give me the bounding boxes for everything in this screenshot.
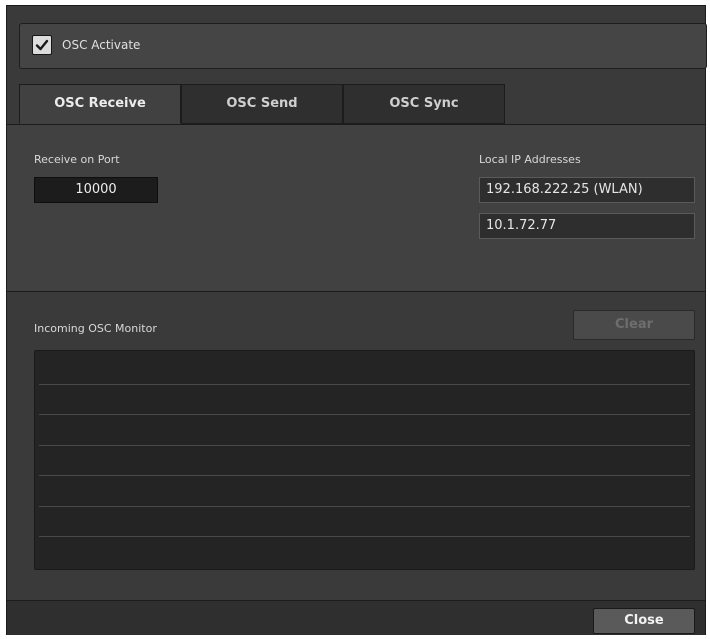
osc-activate-label: OSC Activate	[62, 38, 141, 52]
monitor-row-divider	[39, 384, 690, 385]
tab-osc-send[interactable]: OSC Send	[181, 84, 343, 124]
monitor-row-divider	[39, 445, 690, 446]
tab-osc-sync[interactable]: OSC Sync	[343, 84, 505, 124]
osc-activate-checkbox[interactable]	[32, 35, 52, 55]
receive-panel: Receive on Port 10000 Local IP Addresses…	[7, 124, 705, 292]
osc-tabs: OSC Receive OSC Send OSC Sync	[19, 84, 505, 124]
monitor-label: Incoming OSC Monitor	[34, 322, 157, 335]
close-button[interactable]: Close	[593, 608, 695, 634]
clear-button[interactable]: Clear	[573, 310, 695, 340]
monitor-row-divider	[39, 414, 690, 415]
osc-monitor-log[interactable]	[34, 350, 695, 570]
osc-settings-window: OSC Activate OSC Receive OSC Send OSC Sy…	[6, 5, 707, 635]
checkmark-icon	[35, 39, 49, 51]
local-ip-label: Local IP Addresses	[479, 153, 581, 166]
monitor-row-divider	[39, 536, 690, 537]
monitor-row-divider	[39, 475, 690, 476]
receive-port-field[interactable]: 10000	[34, 177, 158, 203]
osc-monitor-section: Incoming OSC Monitor Clear	[7, 292, 705, 600]
monitor-row-divider	[39, 506, 690, 507]
local-ip-wlan: 192.168.222.25 (WLAN)	[479, 177, 695, 203]
receive-port-label: Receive on Port	[34, 153, 120, 166]
tab-osc-receive[interactable]: OSC Receive	[19, 84, 181, 124]
local-ip-secondary: 10.1.72.77	[479, 213, 695, 239]
osc-activate-bar: OSC Activate	[19, 23, 707, 69]
dialog-footer: Close	[7, 600, 705, 635]
